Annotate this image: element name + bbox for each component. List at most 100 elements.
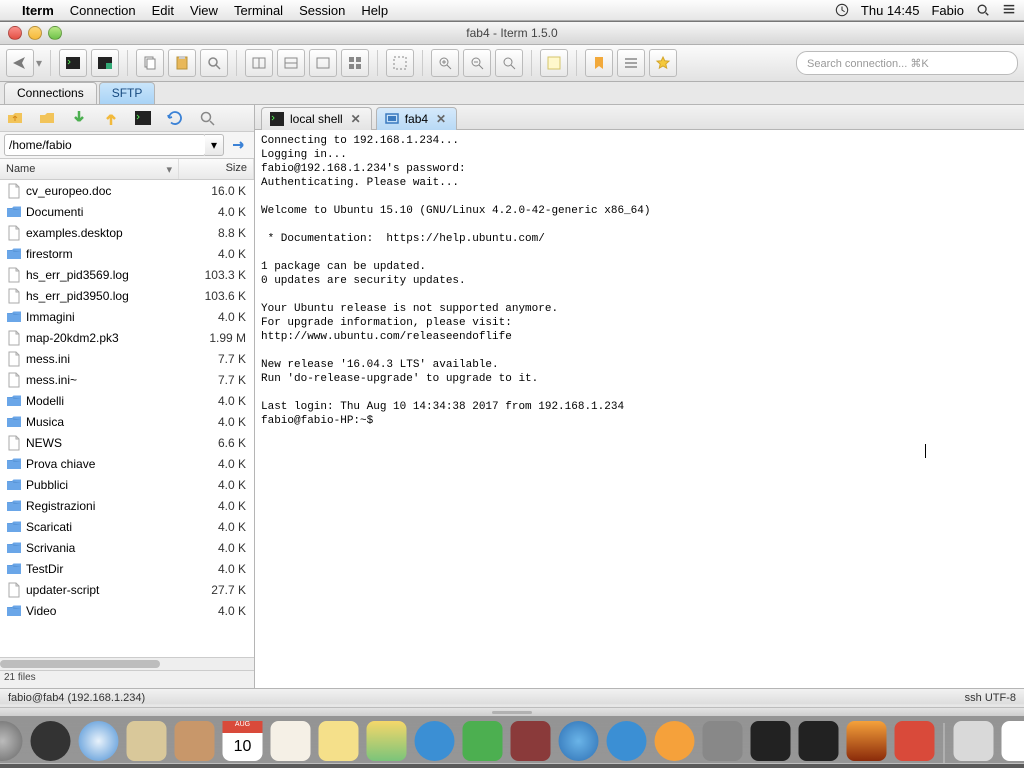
search-button[interactable] (200, 49, 228, 77)
list-button[interactable] (617, 49, 645, 77)
upload-icon[interactable] (100, 107, 122, 129)
tab-local-shell[interactable]: local shell ✕ (261, 107, 372, 130)
menubar-user[interactable]: Fabio (931, 3, 964, 18)
dock-filezilla[interactable] (893, 719, 937, 763)
left-tabs: Connections SFTP (0, 82, 1024, 105)
sftp-path-dropdown[interactable]: ▾ (205, 134, 224, 156)
search-icon[interactable] (196, 107, 218, 129)
dock-fire[interactable] (845, 719, 889, 763)
col-size[interactable]: Size (179, 159, 254, 179)
dock-ibooks[interactable] (653, 719, 697, 763)
file-row[interactable]: Musica4.0 K (0, 411, 254, 432)
file-row[interactable]: Documenti4.0 K (0, 201, 254, 222)
file-row[interactable]: hs_err_pid3950.log103.6 K (0, 285, 254, 306)
dock-notes[interactable] (317, 719, 361, 763)
menu-app[interactable]: Iterm (22, 3, 54, 18)
unsplit-button[interactable] (309, 49, 337, 77)
go-icon[interactable] (228, 134, 250, 156)
dock-appstore[interactable] (605, 719, 649, 763)
menubar-clock[interactable]: Thu 14:45 (861, 3, 920, 18)
h-scrollbar[interactable] (0, 657, 254, 670)
window-close-button[interactable] (8, 26, 22, 40)
dock-terminal-2[interactable] (797, 719, 841, 763)
window-minimize-button[interactable] (28, 26, 42, 40)
spotlight-icon[interactable] (976, 3, 990, 17)
file-row[interactable]: TestDir4.0 K (0, 558, 254, 579)
zoom-in-button[interactable] (431, 49, 459, 77)
folder-up-icon[interactable] (4, 107, 26, 129)
dock-folder[interactable] (952, 719, 996, 763)
zoom-reset-button[interactable] (495, 49, 523, 77)
download-icon[interactable] (68, 107, 90, 129)
folder-new-icon[interactable] (36, 107, 58, 129)
dock-pages[interactable] (1000, 719, 1024, 763)
note-button[interactable] (540, 49, 568, 77)
menu-help[interactable]: Help (361, 3, 388, 18)
menu-view[interactable]: View (190, 3, 218, 18)
menubar: Iterm Connection Edit View Terminal Sess… (0, 0, 1024, 21)
file-row[interactable]: Modelli4.0 K (0, 390, 254, 411)
dock-maps[interactable] (365, 719, 409, 763)
file-row[interactable]: Video4.0 K (0, 600, 254, 621)
split-h-button[interactable] (245, 49, 273, 77)
close-icon[interactable]: ✕ (349, 112, 363, 126)
open-terminal-icon[interactable] (132, 107, 154, 129)
file-row[interactable]: updater-script27.7 K (0, 579, 254, 600)
connection-search-input[interactable]: Search connection... ⌘K (796, 51, 1018, 75)
sftp-path-input[interactable] (4, 134, 206, 156)
file-row[interactable]: firestorm4.0 K (0, 243, 254, 264)
refresh-icon[interactable] (164, 107, 186, 129)
file-row[interactable]: cv_europeo.doc16.0 K (0, 180, 254, 201)
file-row[interactable]: NEWS6.6 K (0, 432, 254, 453)
dock-preferences[interactable] (701, 719, 745, 763)
terminal-output[interactable]: Connecting to 192.168.1.234... Logging i… (255, 130, 1024, 688)
file-row[interactable]: Registrazioni4.0 K (0, 495, 254, 516)
menu-edit[interactable]: Edit (152, 3, 174, 18)
dock-contacts[interactable] (173, 719, 217, 763)
file-row[interactable]: mess.ini7.7 K (0, 348, 254, 369)
tab-fab4[interactable]: fab4 ✕ (376, 107, 457, 130)
dock-itunes[interactable] (557, 719, 601, 763)
file-row[interactable]: Prova chiave4.0 K (0, 453, 254, 474)
menu-connection[interactable]: Connection (70, 3, 136, 18)
file-row[interactable]: Immagini4.0 K (0, 306, 254, 327)
menu-terminal[interactable]: Terminal (234, 3, 283, 18)
tab-connections[interactable]: Connections (4, 82, 97, 105)
copy-button[interactable] (136, 49, 164, 77)
tab-sftp[interactable]: SFTP (99, 82, 156, 105)
menu-session[interactable]: Session (299, 3, 345, 18)
paste-button[interactable] (168, 49, 196, 77)
window-zoom-button[interactable] (48, 26, 62, 40)
notifications-icon[interactable] (1002, 3, 1016, 17)
favorite-button[interactable] (649, 49, 677, 77)
file-row[interactable]: Scaricati4.0 K (0, 516, 254, 537)
dock-launchpad[interactable] (0, 719, 25, 763)
split-v-button[interactable] (277, 49, 305, 77)
bookmark-button[interactable] (585, 49, 613, 77)
file-row[interactable]: mess.ini~7.7 K (0, 369, 254, 390)
dock-facetime[interactable] (461, 719, 505, 763)
new-terminal-2-button[interactable] (91, 49, 119, 77)
dock-safari[interactable] (77, 719, 121, 763)
dock-terminal[interactable] (749, 719, 793, 763)
dock-calendar[interactable]: AUG10 (221, 719, 265, 763)
file-row[interactable]: hs_err_pid3569.log103.3 K (0, 264, 254, 285)
file-list[interactable]: cv_europeo.doc16.0 KDocumenti4.0 Kexampl… (0, 180, 254, 657)
zoom-out-button[interactable] (463, 49, 491, 77)
dock-photobooth[interactable] (509, 719, 553, 763)
fullscreen-button[interactable] (386, 49, 414, 77)
broadcast-button[interactable] (341, 49, 369, 77)
dock-messages[interactable] (413, 719, 457, 763)
col-name[interactable]: Name▾ (0, 159, 179, 179)
dock-mission-control[interactable] (29, 719, 73, 763)
file-row[interactable]: Scrivania4.0 K (0, 537, 254, 558)
file-row[interactable]: examples.desktop8.8 K (0, 222, 254, 243)
dock-mail[interactable] (125, 719, 169, 763)
clock-icon[interactable] (835, 3, 849, 17)
dock-reminders[interactable] (269, 719, 313, 763)
close-icon[interactable]: ✕ (434, 112, 448, 126)
file-row[interactable]: Pubblici4.0 K (0, 474, 254, 495)
quick-connect-button[interactable] (6, 49, 34, 77)
new-terminal-button[interactable] (59, 49, 87, 77)
file-row[interactable]: map-20kdm2.pk31.99 M (0, 327, 254, 348)
